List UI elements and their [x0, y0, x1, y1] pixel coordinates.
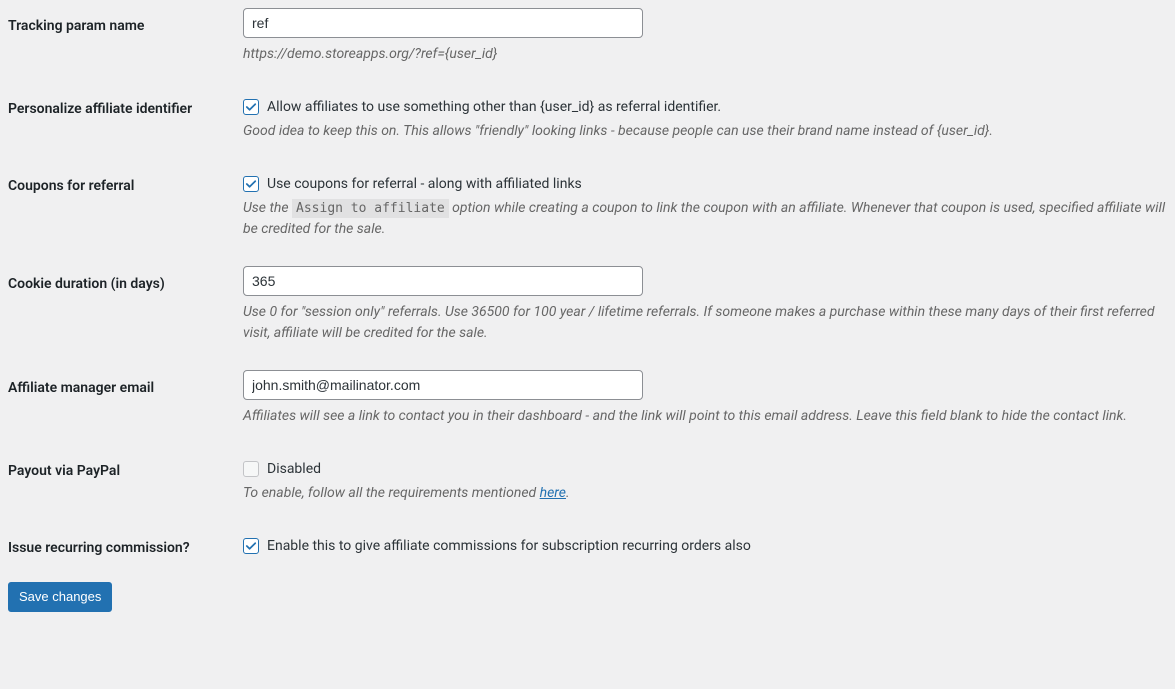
- personalize-identifier-checkbox[interactable]: [243, 99, 259, 115]
- manager-email-input[interactable]: [243, 370, 643, 400]
- manager-email-label: Affiliate manager email: [8, 370, 243, 396]
- recurring-checkbox-label: Enable this to give affiliate commission…: [267, 538, 751, 554]
- coupons-referral-checkbox-label: Use coupons for referral - along with af…: [267, 176, 582, 192]
- coupons-referral-checkbox[interactable]: [243, 176, 259, 192]
- paypal-checkbox-label: Disabled: [267, 461, 321, 477]
- cookie-duration-description: Use 0 for "session only" referrals. Use …: [243, 302, 1167, 344]
- check-icon: [244, 539, 258, 553]
- paypal-checkbox: [243, 461, 259, 477]
- personalize-identifier-label: Personalize affiliate identifier: [8, 91, 243, 117]
- tracking-param-label: Tracking param name: [8, 8, 243, 34]
- coupons-referral-label: Coupons for referral: [8, 168, 243, 194]
- assign-to-affiliate-code: Assign to affiliate: [292, 199, 449, 218]
- paypal-description: To enable, follow all the requirements m…: [243, 483, 1167, 504]
- paypal-label: Payout via PayPal: [8, 453, 243, 479]
- manager-email-description: Affiliates will see a link to contact yo…: [243, 406, 1167, 427]
- cookie-duration-input[interactable]: [243, 266, 643, 296]
- save-button[interactable]: Save changes: [8, 582, 112, 612]
- recurring-checkbox[interactable]: [243, 538, 259, 554]
- coupons-referral-description: Use the Assign to affiliate option while…: [243, 198, 1167, 240]
- tracking-param-description: https://demo.storeapps.org/?ref={user_id…: [243, 44, 1167, 65]
- paypal-requirements-link[interactable]: here: [540, 485, 566, 501]
- recurring-label: Issue recurring commission?: [8, 530, 243, 556]
- personalize-identifier-description: Good idea to keep this on. This allows "…: [243, 121, 1167, 142]
- personalize-identifier-checkbox-label: Allow affiliates to use something other …: [267, 99, 721, 115]
- check-icon: [244, 177, 258, 191]
- cookie-duration-label: Cookie duration (in days): [8, 266, 243, 292]
- tracking-param-input[interactable]: [243, 8, 643, 38]
- check-icon: [244, 100, 258, 114]
